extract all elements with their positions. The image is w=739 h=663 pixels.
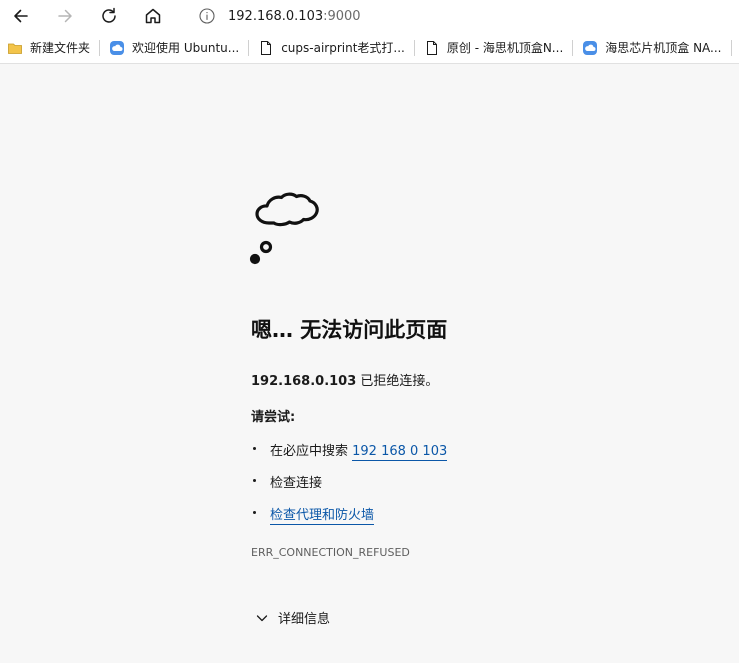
page-icon	[426, 40, 437, 55]
arrow-left-icon	[14, 9, 28, 23]
bookmark-label: 新建文件夹	[30, 41, 91, 55]
bookmark-label: 海思芯片机顶盒 NA...	[605, 41, 722, 55]
details-toggle[interactable]: 详细信息	[255, 608, 330, 627]
home-icon	[145, 8, 161, 24]
search-tip-text: 在必应中搜索	[270, 444, 353, 459]
address-bar[interactable]: 192.168.0.103:9000	[182, 0, 739, 32]
cloud-icon	[583, 40, 598, 55]
info-icon[interactable]	[198, 7, 216, 25]
bookmark-item[interactable]: 新建文件夹	[0, 32, 97, 63]
list-item: 检查连接	[251, 472, 447, 504]
list-item: 检查代理和防火墙	[251, 504, 447, 536]
error-message: 192.168.0.103 已拒绝连接。	[251, 370, 438, 389]
search-bing-link[interactable]: 192 168 0 103	[352, 444, 448, 461]
list-item: 在必应中搜索 192 168 0 103	[251, 440, 448, 472]
bookmark-label: 欢迎使用 Ubuntu...	[132, 41, 240, 55]
host-name: 192.168.0.103	[251, 374, 357, 389]
try-label: 请尝试:	[251, 410, 296, 425]
refresh-icon	[102, 7, 116, 23]
bookmarks-bar: 新建文件夹 欢迎使用 Ubuntu... cups-airprint老式打...…	[0, 32, 739, 64]
check-connection-text: 检查连接	[270, 476, 323, 491]
bookmark-separator	[413, 39, 415, 56]
details-label: 详细信息	[278, 612, 331, 627]
suggestions-list: 在必应中搜索 192 168 0 103 检查连接 检查代理和防火墙	[251, 440, 448, 536]
bookmark-label: 原创 - 海思机顶盒N...	[446, 41, 564, 55]
back-button[interactable]	[3, 0, 39, 32]
check-proxy-link[interactable]: 检查代理和防火墙	[270, 508, 375, 525]
refresh-button[interactable]	[91, 0, 127, 32]
cloud-icon	[110, 40, 125, 55]
bookmark-item[interactable]: 原创 - 海思机顶盒N...	[417, 32, 570, 63]
url-text: 192.168.0.103:9000	[228, 9, 361, 24]
browser-toolbar: 192.168.0.103:9000	[0, 0, 739, 32]
bookmark-separator	[99, 39, 101, 56]
arrow-right-icon	[58, 9, 72, 23]
url-port: :9000	[323, 8, 361, 24]
page-title: 嗯… 无法访问此页面	[251, 318, 448, 342]
forward-button[interactable]	[47, 0, 83, 32]
url-host: 192.168.0.103	[228, 8, 324, 24]
bookmark-item[interactable]: 海思芯片机顶盒 NA...	[575, 32, 728, 63]
folder-icon	[8, 43, 22, 54]
error-description: 已拒绝连接。	[356, 374, 439, 389]
bookmark-separator	[730, 39, 732, 56]
bookmark-separator	[248, 39, 250, 56]
bookmark-item[interactable]: 欢迎使用 Ubuntu...	[102, 32, 246, 63]
chevron-down-icon	[256, 614, 268, 621]
home-button[interactable]	[135, 0, 171, 32]
bookmark-separator	[572, 39, 574, 56]
error-code: ERR_CONNECTION_REFUSED	[251, 546, 410, 559]
bookmark-label: cups-airprint老式打...	[281, 41, 405, 55]
bookmark-item[interactable]: 海	[734, 32, 739, 63]
thought-cloud-icon	[249, 192, 319, 265]
page-icon	[261, 40, 272, 55]
bookmark-item[interactable]: cups-airprint老式打...	[251, 32, 412, 63]
